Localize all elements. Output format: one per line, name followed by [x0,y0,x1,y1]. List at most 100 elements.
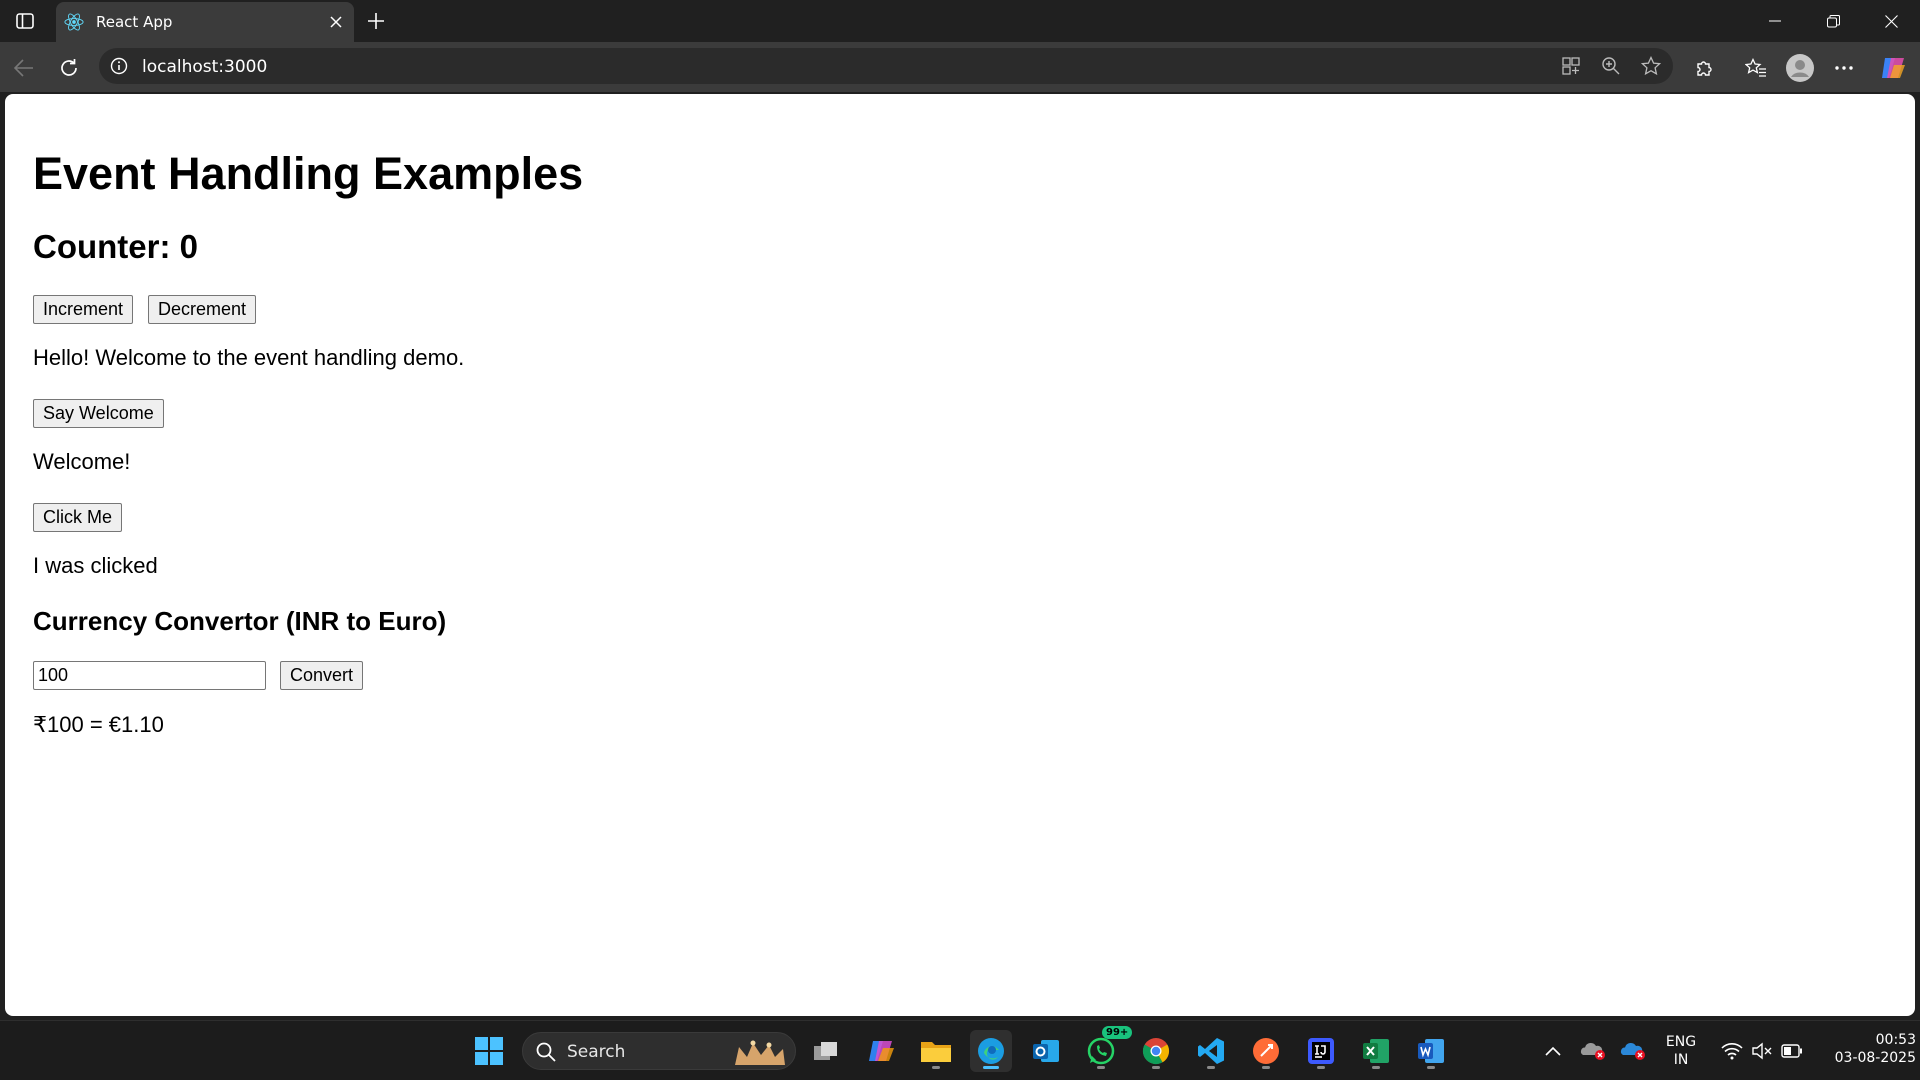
taskbar-chrome[interactable] [1135,1030,1177,1072]
taskbar-edge[interactable] [970,1030,1012,1072]
browser-tab-active[interactable]: React App [56,2,354,42]
page-title: Event Handling Examples [33,148,584,199]
taskbar-file-explorer[interactable] [915,1030,957,1072]
folder-icon [921,1042,951,1062]
conversion-result: ₹100 = €1.10 [33,712,164,737]
taskbar-outlook[interactable] [1025,1030,1067,1072]
currency-heading: Currency Convertor (INR to Euro) [33,606,447,636]
convert-button[interactable]: Convert [280,661,364,690]
running-indicator [932,1066,940,1069]
onedrive-business-tray-icon[interactable] [1612,1030,1654,1072]
search-label: Search [567,1042,626,1062]
cloud-error-icon [1620,1043,1645,1060]
edge-icon [978,1038,1004,1064]
tab-close-icon[interactable] [322,8,350,36]
back-button[interactable] [8,52,40,84]
copilot-button[interactable] [1877,52,1909,84]
increment-button[interactable]: Increment [33,295,134,324]
outlook-icon [1033,1040,1059,1062]
clock-time: 00:53 [1875,1032,1916,1048]
taskbar-word[interactable] [1410,1030,1452,1072]
favorites-button[interactable] [1740,52,1772,84]
url-text: localhost:3000 [142,57,268,77]
chevron-up-icon [1545,1046,1561,1056]
hello-message: Hello! Welcome to the event handling dem… [33,345,465,370]
new-tab-button[interactable] [362,7,390,35]
language-code: ENG [1665,1034,1697,1050]
show-hidden-icons-button[interactable] [1532,1030,1574,1072]
site-info-icon[interactable] [109,56,129,76]
restore-button[interactable] [1804,0,1862,42]
say-welcome-button[interactable]: Say Welcome [33,399,164,428]
favorites-list-icon [1745,58,1766,77]
search-highlight-art-icon [735,1040,785,1065]
quick-settings-button[interactable] [1712,1030,1812,1072]
running-indicator [1262,1066,1270,1069]
windows-taskbar: Search 99+ ENG IN 00:53 03-08-2025 [0,1020,1920,1080]
taskbar-intellij[interactable] [1300,1030,1342,1072]
taskbar-excel[interactable] [1355,1030,1397,1072]
copilot-icon [1882,58,1905,78]
avatar-icon [1786,54,1814,82]
clicked-message: I was clicked [33,553,158,578]
browser-titlebar: React App [0,0,1920,42]
active-indicator [983,1066,999,1069]
volume-muted-icon [1752,1042,1772,1060]
back-arrow-icon [14,59,33,77]
task-view-icon [814,1042,837,1060]
welcome-message: Welcome! [33,449,131,474]
battery-icon [1781,1044,1802,1058]
input-language-indicator[interactable]: ENG IN [1660,1033,1702,1069]
task-view-button[interactable] [805,1030,847,1072]
address-bar[interactable]: localhost:3000 [99,48,1673,84]
reload-button[interactable] [53,52,85,84]
whatsapp-icon [1087,1037,1115,1065]
wifi-icon [1721,1043,1743,1060]
minimize-button[interactable] [1746,0,1804,42]
windows-logo-icon [475,1037,503,1065]
region-code: IN [1673,1052,1689,1068]
running-indicator [1317,1066,1325,1069]
minimize-icon [1769,20,1781,22]
search-icon [536,1042,556,1062]
more-options-button[interactable] [1828,52,1860,84]
cloud-error-icon [1580,1043,1605,1060]
ellipsis-icon [1835,66,1853,70]
close-window-button[interactable] [1862,0,1920,42]
reload-icon [61,59,77,76]
vscode-icon [1198,1038,1224,1064]
clock[interactable]: 00:53 03-08-2025 [1812,1031,1916,1067]
taskbar-postman[interactable] [1245,1030,1287,1072]
close-icon [1884,14,1898,28]
click-me-button[interactable]: Click Me [33,503,123,532]
intellij-icon [1308,1038,1334,1064]
running-indicator [1207,1066,1215,1069]
app-available-icon[interactable] [1557,52,1585,80]
postman-icon [1253,1038,1279,1064]
start-button[interactable] [468,1030,510,1072]
chrome-icon [1142,1038,1170,1065]
taskbar-search[interactable]: Search [522,1032,796,1070]
taskbar-whatsapp[interactable]: 99+ [1080,1026,1133,1072]
restore-icon [1826,14,1840,27]
amount-input[interactable] [33,661,266,690]
word-icon [1418,1039,1444,1063]
copilot-icon [869,1041,894,1061]
taskbar-vscode[interactable] [1190,1030,1232,1072]
tab-title: React App [96,13,173,31]
running-indicator [1152,1066,1160,1069]
extensions-button[interactable] [1688,52,1720,84]
profile-avatar[interactable] [1784,52,1816,84]
running-indicator [1372,1066,1380,1069]
counter-heading: Counter: 0 [33,228,198,265]
taskbar-copilot[interactable] [860,1030,902,1072]
plus-icon [368,13,384,29]
sidebar-toggle-icon[interactable] [12,9,38,33]
favorite-star-icon[interactable] [1637,52,1665,80]
decrement-button[interactable]: Decrement [148,295,257,324]
onedrive-tray-icon[interactable] [1572,1030,1614,1072]
zoom-icon[interactable] [1597,52,1625,80]
page-viewport: Event Handling Examples Counter: 0 Incre… [5,94,1915,1016]
react-logo-icon [64,12,84,32]
clock-date: 03-08-2025 [1834,1050,1916,1066]
